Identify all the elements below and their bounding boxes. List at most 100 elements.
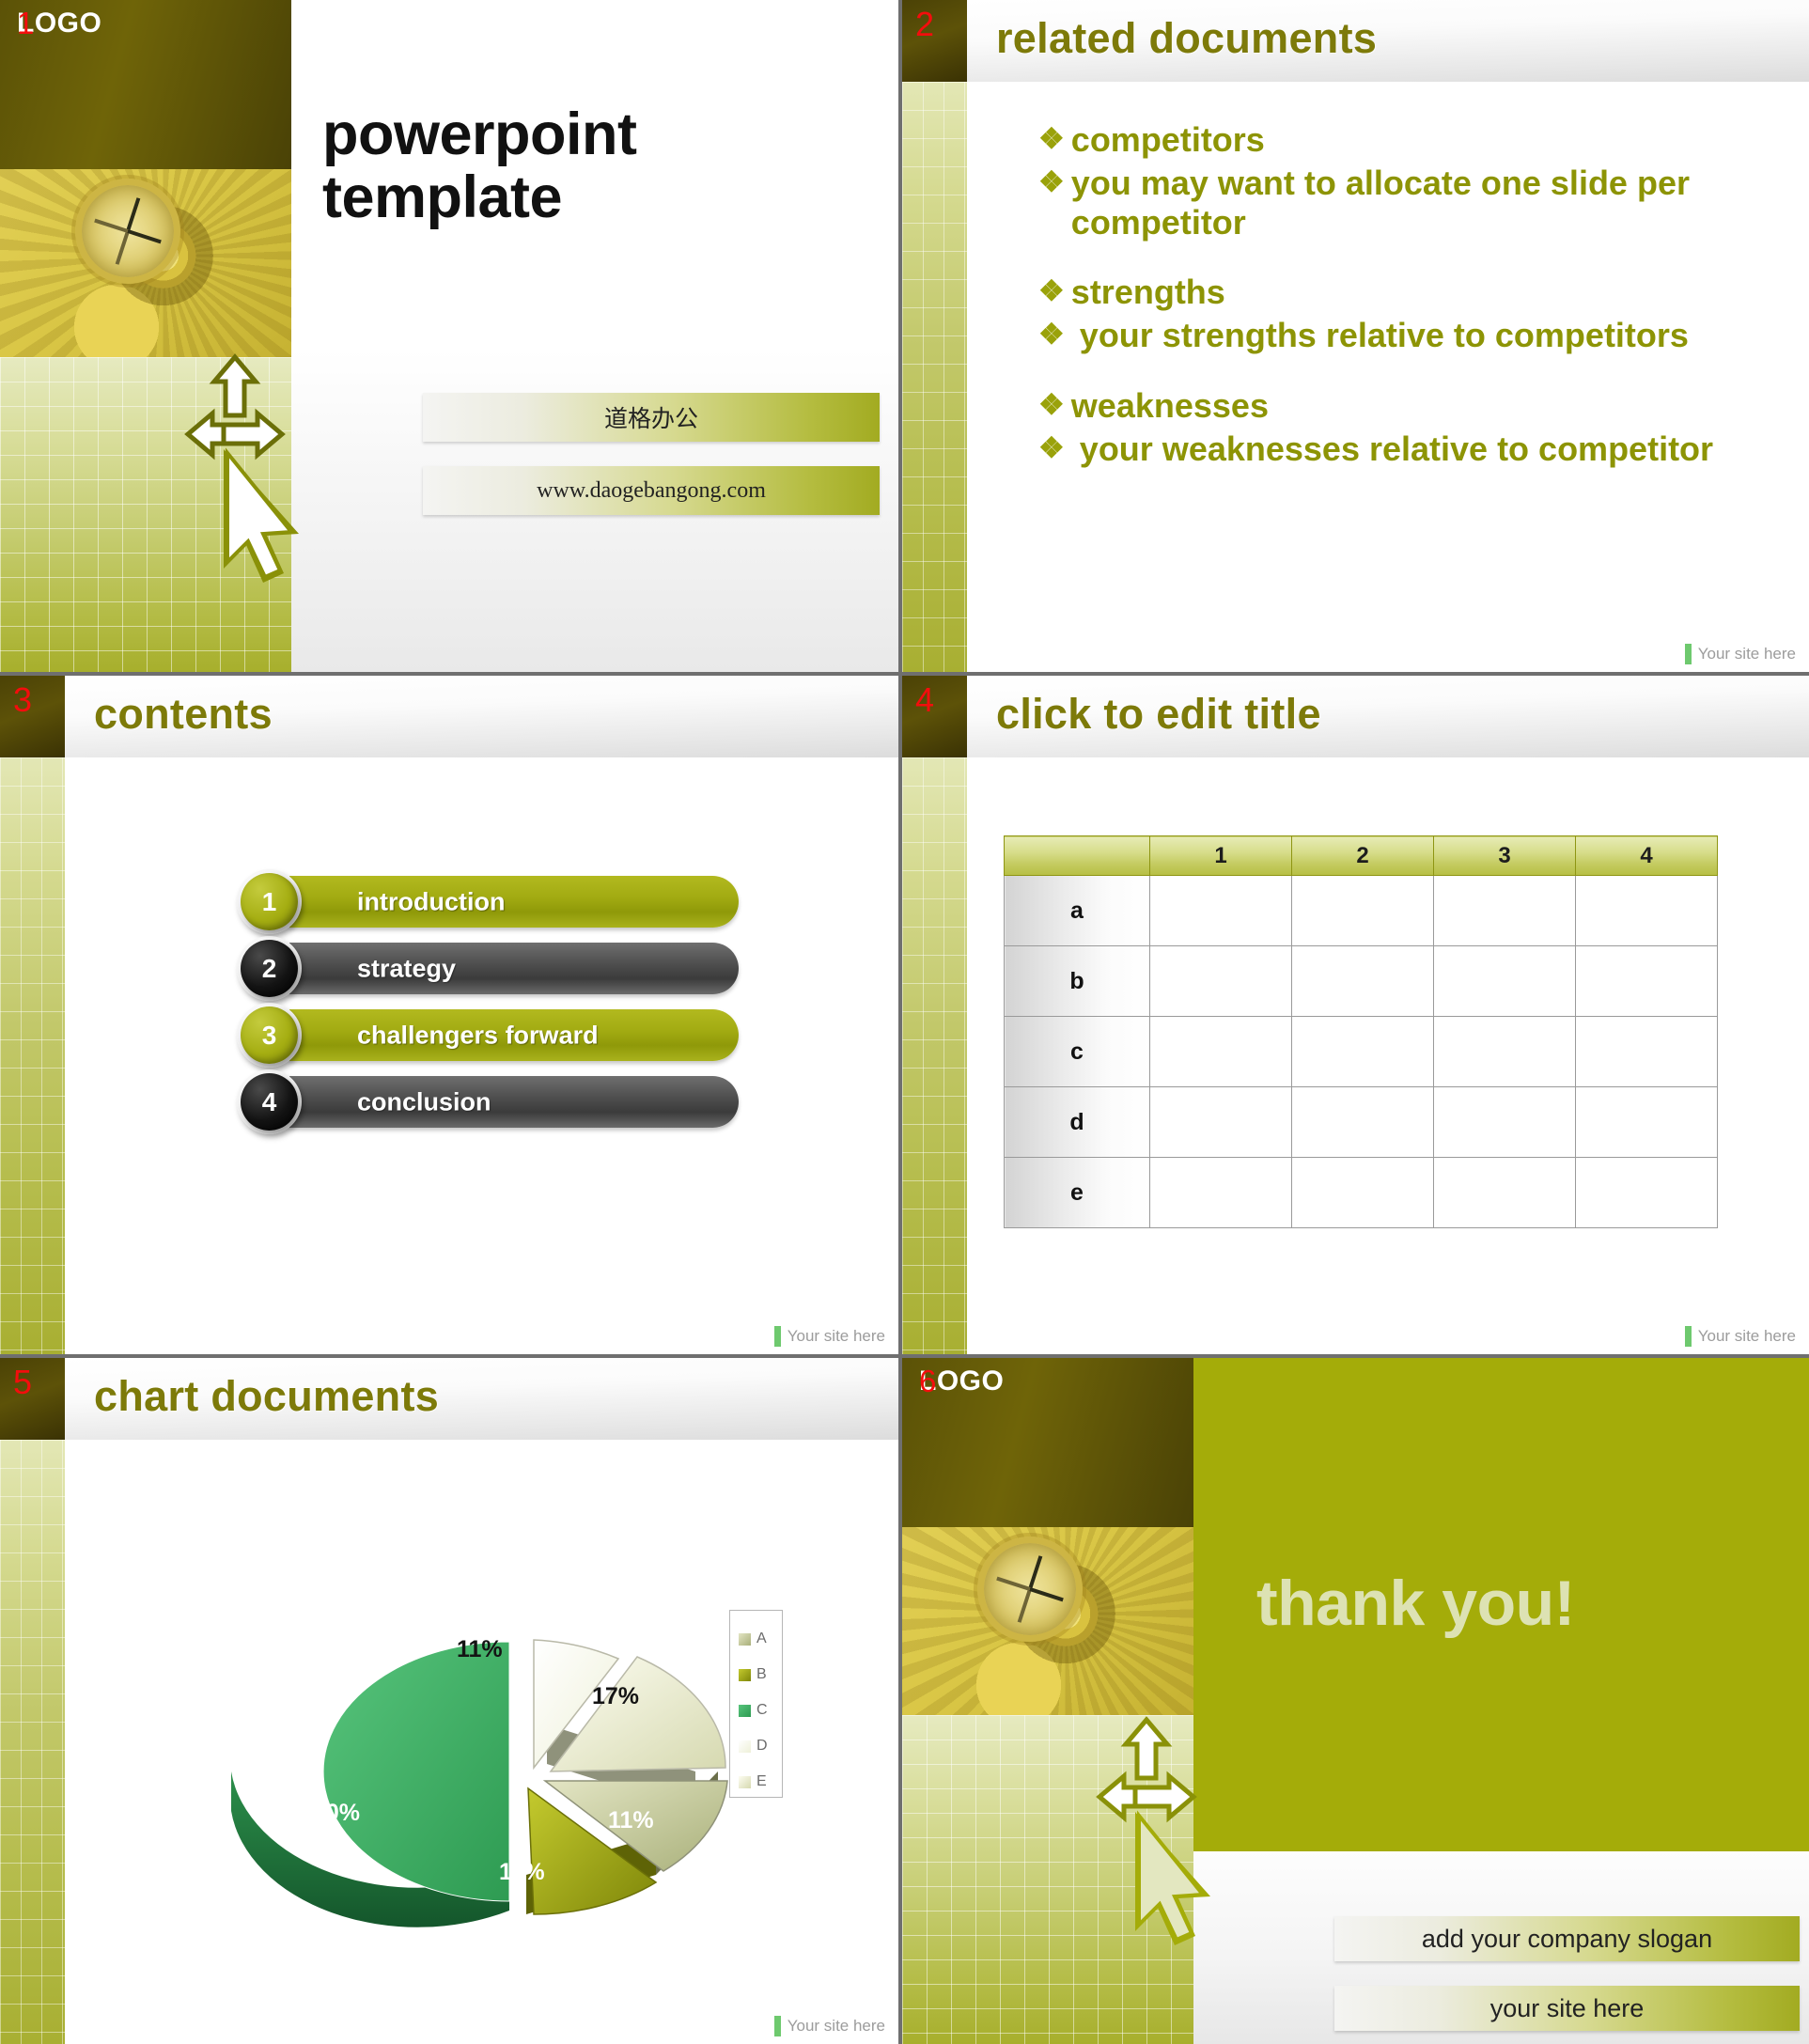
slide-2-related-documents[interactable]: 2 related documents ❖ competitors ❖ you … (902, 0, 1809, 676)
table-cell[interactable] (1575, 1086, 1718, 1158)
bullet-item: ❖ you may want to allocate one slide per… (1038, 164, 1771, 242)
company-slogan-pill[interactable]: add your company slogan (1334, 1916, 1800, 1961)
left-grid-strip (902, 757, 967, 1354)
chart-legend: A B C D E (729, 1610, 783, 1798)
table-cell[interactable] (1291, 1016, 1434, 1087)
table-cell[interactable] (1433, 1157, 1576, 1228)
table-row-header: c (1004, 1016, 1150, 1087)
bullet-text: you may want to allocate one slide per c… (1070, 164, 1690, 242)
table-cell[interactable] (1575, 1016, 1718, 1087)
table-cell[interactable] (1291, 1157, 1434, 1228)
table-cell[interactable] (1433, 945, 1576, 1017)
slide-number-badge: 5 (0, 1358, 65, 1440)
legend-swatch-e (739, 1775, 751, 1788)
table-cell[interactable] (1575, 1157, 1718, 1228)
contents-number-badge: 4 (241, 1073, 298, 1131)
table-row: e (1004, 1157, 1718, 1228)
table-cell[interactable] (1433, 1016, 1576, 1087)
left-grid-strip (0, 1440, 65, 2044)
footer-label: Your site here (1697, 645, 1796, 663)
legend-item: B (739, 1657, 782, 1693)
contents-item-conclusion[interactable]: conclusion 4 (237, 1069, 739, 1134)
table-cell[interactable] (1575, 875, 1718, 946)
bullet-item: ❖ competitors (1038, 120, 1771, 160)
table-col-header: 3 (1433, 835, 1576, 876)
table-row: b (1004, 945, 1718, 1017)
slide-4-table[interactable]: 4 click to edit title 1 2 3 4 a b c d e … (902, 676, 1809, 1358)
legend-label: B (756, 1666, 767, 1682)
slide-number-label: 3 (13, 680, 33, 719)
compass-image (902, 1527, 1193, 1715)
page-title-line2: template (322, 164, 563, 230)
legend-swatch-d (739, 1740, 751, 1753)
contents-bar: conclusion (289, 1076, 739, 1128)
footer-label: Your site here (787, 1327, 885, 1345)
table-row-header: d (1004, 1086, 1150, 1158)
pie-label-50: 50% (313, 1800, 360, 1826)
table-cell[interactable] (1149, 945, 1292, 1017)
slide-5-chart[interactable]: 5 chart documents 50% 11% 17% 11% 11% A … (0, 1358, 902, 2044)
legend-item: C (739, 1693, 782, 1728)
contents-bar: challengers forward (289, 1009, 739, 1061)
contents-item-label: introduction (357, 887, 506, 915)
slide-number-badge: 1 (17, 6, 35, 40)
table-header-row: 1 2 3 4 (1004, 835, 1718, 876)
footer-accent-bar (773, 2016, 781, 2036)
table-cell[interactable] (1149, 1086, 1292, 1158)
diamond-bullet-icon: ❖ (1038, 318, 1065, 351)
legend-label: C (756, 1702, 768, 1718)
contents-item-strategy[interactable]: strategy 2 (237, 936, 739, 1001)
footer: Your site here (773, 1326, 885, 1347)
contents-item-challengers-forward[interactable]: challengers forward 3 (237, 1003, 739, 1068)
table-corner-cell (1004, 835, 1150, 876)
table-cell[interactable] (1291, 875, 1434, 946)
move-cursor-icon (179, 348, 357, 592)
table-cell[interactable] (1433, 1086, 1576, 1158)
site-here-pill[interactable]: your site here (1334, 1986, 1800, 2031)
compass-ring-icon (75, 179, 181, 284)
title-bar: click to edit title (967, 676, 1809, 757)
table-cell[interactable] (1575, 945, 1718, 1017)
footer: Your site here (773, 2016, 885, 2036)
table-cell[interactable] (1291, 1086, 1434, 1158)
contents-item-introduction[interactable]: introduction 1 (237, 869, 739, 934)
contents-list: introduction 1 strategy 2 challengers fo… (237, 869, 739, 1143)
contents-item-label: challengers forward (357, 1021, 599, 1049)
diamond-bullet-icon: ❖ (1038, 274, 1065, 308)
slide-6-thank-you[interactable]: 6 LOGO thank you! add your company sloga… (902, 1358, 1809, 2044)
company-name-pill[interactable]: 道格办公 (423, 393, 880, 442)
contents-item-label: conclusion (357, 1087, 491, 1116)
table-row-header: b (1004, 945, 1150, 1017)
title-bar: related documents (967, 0, 1809, 82)
compass-ring-icon (977, 1537, 1084, 1642)
table-col-header: 1 (1149, 835, 1292, 876)
page-title: related documents (996, 14, 1378, 62)
contents-bar: strategy (289, 943, 739, 994)
site-here-label: your site here (1489, 1993, 1645, 2022)
table-row: d (1004, 1086, 1718, 1158)
legend-item: E (739, 1764, 782, 1800)
table-cell[interactable] (1149, 1157, 1292, 1228)
table-cell[interactable] (1433, 875, 1576, 946)
bullet-list: ❖ competitors ❖ you may want to allocate… (1038, 120, 1771, 473)
footer-accent-bar (1684, 644, 1692, 664)
table-cell[interactable] (1291, 945, 1434, 1017)
website-label: www.daogebangong.com (537, 477, 766, 503)
pie-label-11-d: 11% (457, 1636, 503, 1662)
data-table[interactable]: 1 2 3 4 a b c d e (1004, 835, 1718, 1228)
footer-label: Your site here (787, 2017, 885, 2035)
title-bar: chart documents (65, 1358, 898, 1440)
website-pill[interactable]: www.daogebangong.com (423, 466, 880, 515)
bullet-text: strengths (1070, 273, 1225, 312)
bullet-item: ❖ weaknesses (1038, 386, 1771, 426)
table-row: a (1004, 875, 1718, 946)
table-cell[interactable] (1149, 875, 1292, 946)
bullet-item: ❖ your weaknesses relative to competitor (1038, 429, 1771, 469)
table-cell[interactable] (1149, 1016, 1292, 1087)
page-title: click to edit title (996, 690, 1321, 738)
bullet-text: your weaknesses relative to competitor (1079, 429, 1714, 468)
pie-label-17-e: 17% (592, 1683, 639, 1709)
slide-3-contents[interactable]: 3 contents introduction 1 strategy 2 cha… (0, 676, 902, 1358)
slide-1-cover[interactable]: 1 LOGO powerpoint template 道格办公 www.daog… (0, 0, 902, 676)
table-col-header: 4 (1575, 835, 1718, 876)
